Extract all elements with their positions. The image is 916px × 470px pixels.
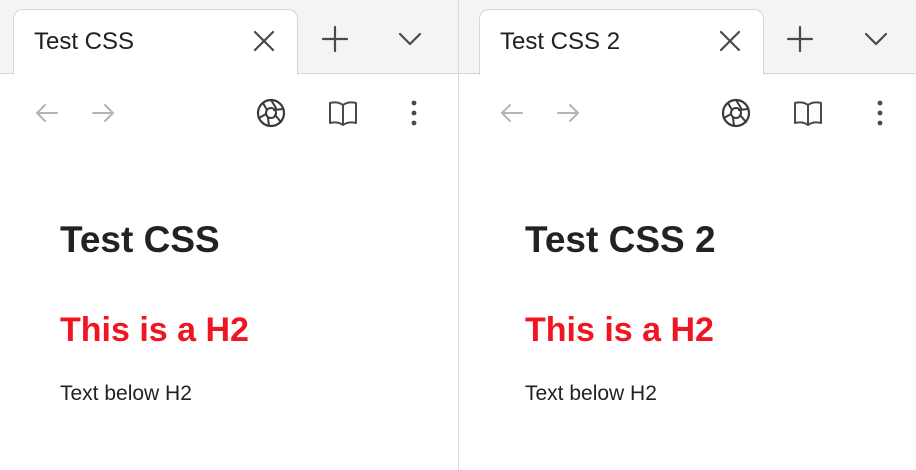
tab-strip: Test CSS 2 bbox=[459, 0, 916, 75]
page-paragraph: Text below H2 bbox=[525, 382, 657, 405]
page-heading-2: This is a H2 bbox=[60, 311, 249, 349]
plus-icon[interactable] bbox=[320, 24, 350, 54]
open-book-icon[interactable] bbox=[792, 97, 824, 129]
close-icon[interactable] bbox=[717, 28, 743, 54]
tab-test-css-2[interactable]: Test CSS 2 bbox=[479, 9, 764, 75]
page-heading-1: Test CSS bbox=[60, 219, 220, 260]
page-content: Test CSS This is a H2 Text below H2 bbox=[60, 212, 438, 409]
vertical-ellipsis-icon[interactable] bbox=[398, 97, 430, 129]
arrow-right-icon[interactable] bbox=[552, 97, 584, 129]
tab-title: Test CSS 2 bbox=[500, 28, 621, 55]
arrow-right-icon[interactable] bbox=[87, 97, 119, 129]
arrow-left-icon[interactable] bbox=[496, 97, 528, 129]
plus-icon[interactable] bbox=[785, 24, 815, 54]
tab-test-css[interactable]: Test CSS bbox=[13, 9, 298, 75]
chevron-down-icon[interactable] bbox=[861, 24, 891, 54]
tab-strip: Test CSS bbox=[0, 0, 458, 75]
page-heading-1: Test CSS 2 bbox=[525, 219, 716, 260]
camera-aperture-icon[interactable] bbox=[255, 97, 287, 129]
tab-title: Test CSS bbox=[34, 28, 135, 55]
vertical-ellipsis-icon[interactable] bbox=[864, 97, 896, 129]
chevron-down-icon[interactable] bbox=[395, 24, 425, 54]
page-paragraph: Text below H2 bbox=[60, 382, 192, 405]
browser-pane-left: Test CSS Test CSS This is a H2 Text belo… bbox=[0, 0, 458, 470]
page-heading-2: This is a H2 bbox=[525, 311, 714, 349]
close-icon[interactable] bbox=[251, 28, 277, 54]
open-book-icon[interactable] bbox=[327, 97, 359, 129]
split-browser-window: Test CSS Test CSS This is a H2 Text belo… bbox=[0, 0, 916, 470]
arrow-left-icon[interactable] bbox=[31, 97, 63, 129]
browser-pane-right: Test CSS 2 Test CSS 2 This is a H2 Text … bbox=[459, 0, 916, 470]
camera-aperture-icon[interactable] bbox=[720, 97, 752, 129]
page-content: Test CSS 2 This is a H2 Text below H2 bbox=[525, 212, 896, 409]
